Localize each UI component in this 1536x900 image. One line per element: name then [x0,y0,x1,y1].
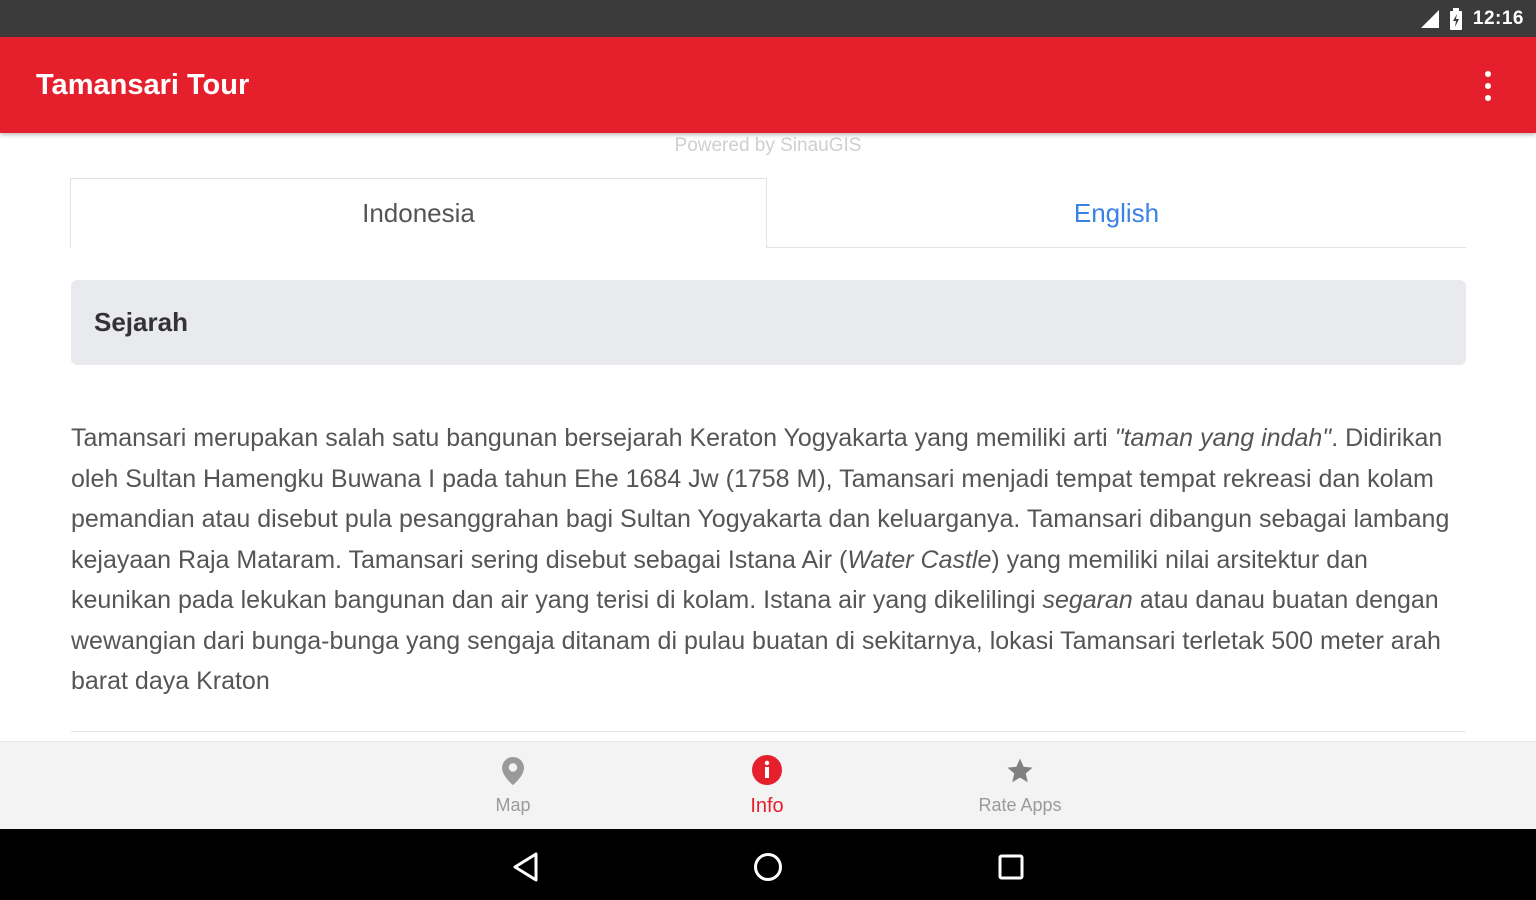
battery-icon [1449,7,1463,30]
app-bar: Tamansari Tour [0,37,1536,133]
tab-indonesia[interactable]: Indonesia [70,178,767,248]
info-icon [751,754,783,791]
map-pin-icon [501,756,525,791]
status-time: 12:16 [1472,7,1524,29]
app-title: Tamansari Tour [36,68,250,101]
nav-label-info: Info [750,795,784,817]
paragraph-italic-text: "taman yang indah" [1114,424,1332,452]
paragraph-italic-text: segaran [1042,586,1133,614]
nav-label-map: Map [495,795,531,815]
home-icon[interactable] [750,849,786,885]
nav-item-rate-apps[interactable]: Rate Apps [940,742,1100,830]
nav-label-rate-apps: Rate Apps [978,795,1062,815]
overflow-menu-icon[interactable] [1476,71,1500,101]
bottom-navigation: Map Info Rate Apps [0,741,1536,829]
divider [71,731,1466,732]
nav-item-map[interactable]: Map [433,742,593,830]
powered-by-text: Powered by SinauGIS [674,135,862,156]
star-icon [1005,756,1035,791]
paragraph-italic-text: Water Castle [847,545,992,574]
back-icon[interactable] [508,849,544,885]
tab-english[interactable]: English [767,178,1466,248]
history-paragraph: Tamansari merupakan salah satu bangunan … [71,418,1471,702]
recents-icon[interactable] [993,849,1029,885]
signal-icon [1419,8,1441,30]
status-bar: 12:16 [0,0,1536,37]
system-navigation-bar [0,829,1536,900]
paragraph-text: Tamansari merupakan salah satu bangunan … [71,424,1115,452]
language-tabs: Indonesia English [70,178,1466,248]
nav-item-info[interactable]: Info [687,742,847,830]
section-title: Sejarah [71,280,1466,365]
